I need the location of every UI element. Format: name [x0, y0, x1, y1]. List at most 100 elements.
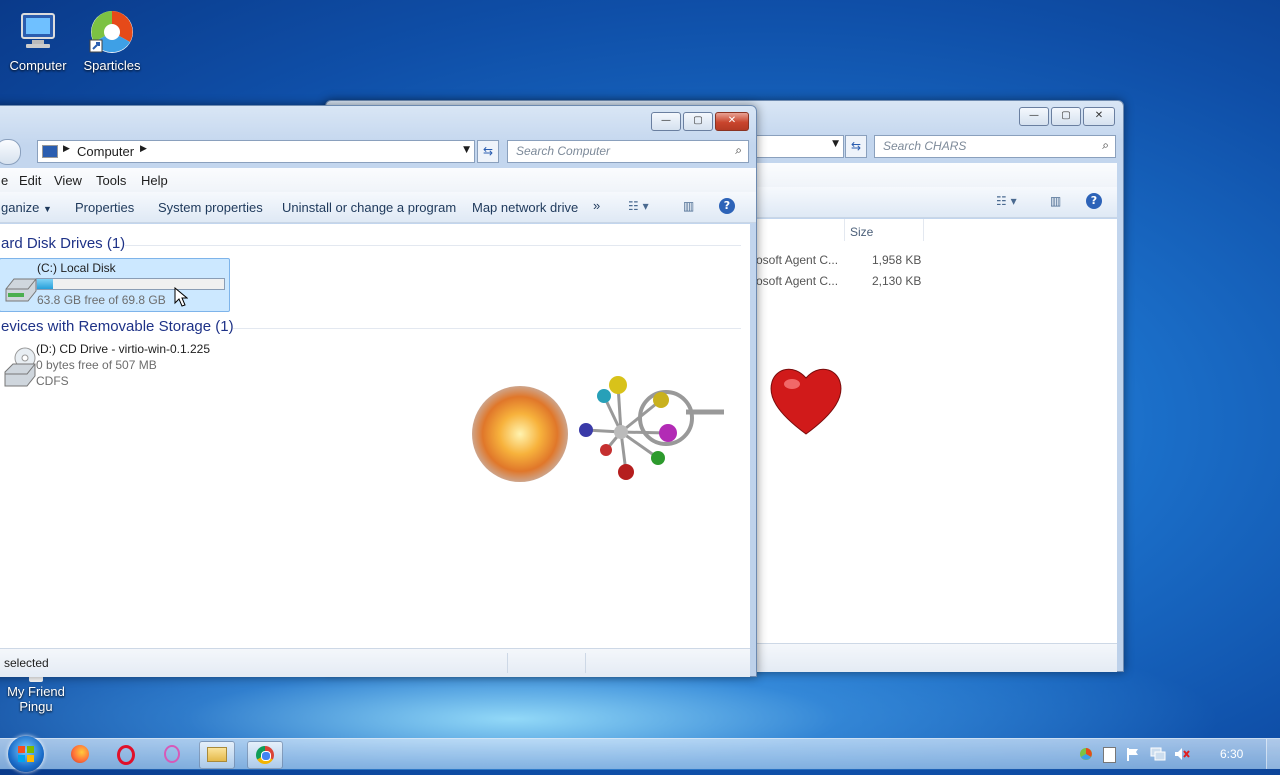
maximize-button[interactable]: ▢	[683, 112, 713, 131]
chrome-icon	[256, 746, 274, 764]
disk-usage-fill	[37, 279, 54, 289]
preview-pane-icon[interactable]: ▥	[1050, 194, 1061, 208]
volume-muted-icon[interactable]	[1174, 747, 1190, 761]
chevron-down-icon[interactable]: ▼	[463, 145, 470, 155]
group-divider	[233, 328, 741, 329]
clock[interactable]: 6:30	[1220, 747, 1243, 761]
molecule-sprite	[579, 376, 724, 480]
document-tray-icon[interactable]	[1103, 747, 1116, 763]
status-bar	[756, 643, 1117, 672]
status-text: selected	[4, 656, 49, 670]
explosion-sprite	[472, 386, 568, 482]
drive-c-tile[interactable]: (C:) Local Disk 63.8 GB free of 69.8 GB	[0, 258, 230, 312]
more-commands-button[interactable]: »	[593, 198, 600, 213]
drive-d-tile[interactable]: (D:) CD Drive - virtio-win-0.1.225 0 byt…	[0, 342, 228, 394]
status-divider	[507, 653, 508, 673]
organize-label: ganize	[1, 200, 40, 215]
file-size: 2,130 KB	[872, 274, 922, 288]
view-options-icon[interactable]: ☷ ▾	[996, 194, 1017, 208]
breadcrumb-separator-icon[interactable]: ▶	[140, 144, 147, 154]
view-options-icon[interactable]: ☷ ▾	[628, 199, 649, 213]
menu-bar	[756, 163, 1117, 188]
menu-file[interactable]: e	[1, 173, 8, 188]
drive-free-space: 0 bytes free of 507 MB	[36, 358, 157, 372]
help-icon[interactable]: ?	[719, 198, 735, 214]
search-input[interactable]: Search CHARS ⌕	[874, 135, 1116, 158]
desktop-icon-pingu[interactable]: My Friend Pingu	[0, 672, 74, 714]
file-size: 1,958 KB	[872, 253, 922, 267]
file-name: osoft Agent C...	[756, 274, 839, 288]
menu-tools[interactable]: Tools	[96, 173, 126, 188]
properties-button[interactable]: Properties	[75, 200, 134, 215]
minimize-button[interactable]: —	[1019, 107, 1049, 126]
windows-logo-icon	[18, 746, 34, 762]
sparticles-icon	[88, 8, 136, 56]
menu-view[interactable]: View	[54, 173, 82, 188]
drive-filesystem: CDFS	[36, 374, 69, 388]
map-network-drive-button[interactable]: Map network drive	[472, 200, 578, 215]
drive-name: (D:) CD Drive - virtio-win-0.1.225	[36, 342, 211, 356]
desktop-icon-label: Sparticles	[83, 58, 141, 73]
action-center-flag-icon[interactable]	[1126, 747, 1140, 761]
desktop-icon-label: My Friend Pingu	[7, 684, 65, 714]
sparticles-animation	[468, 368, 858, 490]
status-bar: selected	[0, 648, 750, 677]
network-icon[interactable]	[1150, 747, 1166, 761]
breadcrumb-separator-icon: ▶	[63, 144, 70, 154]
taskbar-opera[interactable]	[109, 741, 143, 767]
group-divider	[125, 245, 741, 246]
search-placeholder: Search Computer	[516, 144, 611, 158]
cursor-arrow-icon	[174, 286, 189, 310]
search-icon[interactable]: ⌕	[1102, 138, 1109, 153]
taskbar-chrome[interactable]	[247, 741, 283, 769]
desktop-icon-computer[interactable]: Computer	[0, 8, 76, 73]
taskbar-opera-gx[interactable]	[155, 741, 189, 767]
maximize-button[interactable]: ▢	[1051, 107, 1081, 126]
close-button[interactable]: ✕	[715, 112, 749, 131]
help-icon[interactable]: ?	[1086, 193, 1102, 209]
taskbar-firefox[interactable]	[63, 741, 97, 767]
folder-icon	[207, 747, 227, 762]
firefox-icon	[71, 745, 89, 763]
search-placeholder: Search CHARS	[883, 139, 967, 153]
address-bar[interactable]: ▶ Computer ▶ ▼	[37, 140, 475, 163]
desktop-icon-label: Computer	[9, 58, 67, 73]
heart-sprite	[770, 368, 842, 435]
group-header-hard-disk[interactable]: ard Disk Drives (1)	[1, 235, 125, 252]
file-name: osoft Agent C...	[756, 253, 839, 267]
drive-free-space: 63.8 GB free of 69.8 GB	[37, 293, 166, 307]
uninstall-program-button[interactable]: Uninstall or change a program	[282, 200, 456, 215]
command-bar: ganize ▼ Properties System properties Un…	[0, 192, 756, 223]
address-bar[interactable]: ▼	[746, 135, 844, 158]
status-divider	[585, 653, 586, 673]
column-divider	[923, 219, 924, 241]
opera-gx-icon	[164, 745, 180, 763]
breadcrumb[interactable]: Computer	[77, 144, 134, 159]
opera-icon	[117, 745, 135, 765]
preview-pane-icon[interactable]: ▥	[683, 199, 694, 213]
start-button[interactable]	[8, 736, 44, 772]
back-button[interactable]	[0, 139, 21, 165]
organize-button[interactable]: ganize ▼	[1, 200, 52, 215]
column-header-size[interactable]: Size	[850, 225, 873, 239]
chevron-down-icon[interactable]: ▼	[832, 139, 839, 149]
search-input[interactable]: Search Computer ⌕	[507, 140, 749, 163]
cd-drive-icon	[3, 346, 37, 393]
minimize-button[interactable]: —	[651, 112, 681, 131]
system-properties-button[interactable]: System properties	[158, 200, 263, 215]
disk-usage-bar	[36, 278, 225, 290]
close-button[interactable]: ✕	[1083, 107, 1115, 126]
show-desktop-button[interactable]	[1266, 739, 1280, 769]
taskbar: 6:30	[0, 736, 1280, 772]
taskbar-explorer[interactable]	[199, 741, 235, 769]
drive-name: (C:) Local Disk	[37, 261, 116, 275]
column-divider	[844, 219, 845, 241]
search-icon[interactable]: ⌕	[735, 143, 742, 158]
refresh-button[interactable]: ⇆	[477, 140, 499, 163]
menu-edit[interactable]: Edit	[19, 173, 41, 188]
group-header-removable[interactable]: evices with Removable Storage (1)	[1, 318, 234, 335]
menu-help[interactable]: Help	[141, 173, 168, 188]
sparticles-tray-icon[interactable]	[1079, 747, 1093, 761]
refresh-button[interactable]: ⇆	[845, 135, 867, 158]
desktop-icon-sparticles[interactable]: Sparticles	[74, 8, 150, 73]
